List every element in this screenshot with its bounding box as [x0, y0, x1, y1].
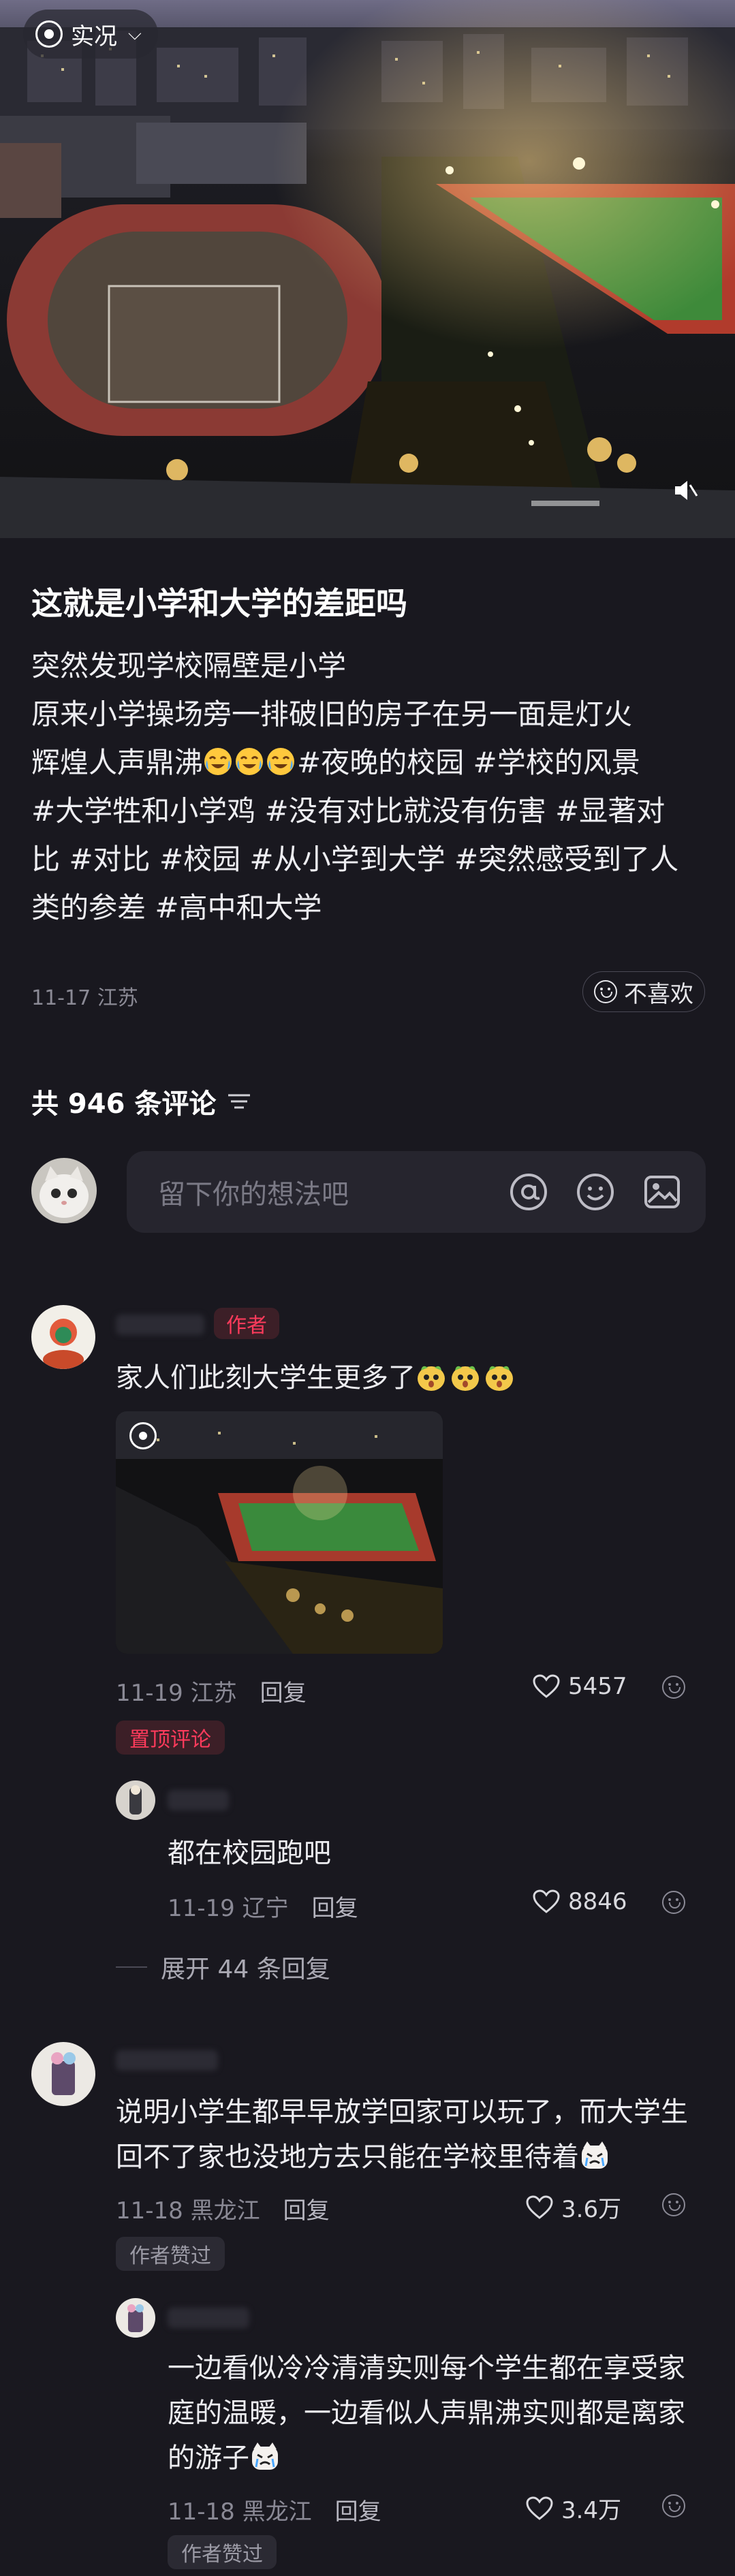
comment-input-placeholder: 留下你的想法吧 — [158, 1179, 349, 1210]
live-photo-icon — [129, 1422, 157, 1449]
shocked-face-emoji-icon — [486, 1366, 513, 1391]
shocked-face-emoji-icon — [418, 1366, 445, 1391]
smile-icon — [594, 980, 617, 1003]
image-icon[interactable] — [642, 1172, 683, 1212]
username-blurred[interactable] — [168, 2308, 249, 2328]
comment-meta: 11-19 辽宁 回复 — [168, 1889, 358, 1923]
hashtag-line[interactable]: #夜晚的校园 #学校的风景 — [297, 746, 640, 779]
hashtag-line[interactable]: #大学牲和小学鸡 #没有对比就没有伤害 #显著对 — [31, 787, 713, 835]
night-campus-photo — [0, 0, 735, 538]
post-date: 11-17 — [31, 986, 91, 1010]
comment-meta: 11-19 江苏 回复 — [116, 1674, 307, 1708]
like-count: 3.4万 — [561, 2497, 622, 2524]
post-body-line: 辉煌人声鼎沸 #夜晚的校园 #学校的风景 — [31, 746, 640, 779]
post-body-line: 突然发现学校隔壁是小学 — [31, 649, 347, 682]
comment-date: 11-18 — [168, 2498, 235, 2526]
comment-location: 江苏 — [190, 1680, 237, 1707]
username-blurred[interactable] — [116, 2050, 218, 2071]
live-photo-toggle[interactable]: 实况 ⌵ — [23, 10, 158, 59]
like-count: 3.6万 — [561, 2196, 622, 2223]
avatar[interactable] — [116, 1780, 155, 1820]
heart-icon — [526, 2195, 553, 2219]
live-label: 实况 — [71, 22, 117, 50]
comment-input[interactable]: 留下你的想法吧 — [127, 1151, 706, 1233]
hashtag-line[interactable]: 比 #对比 #校园 #从小学到大学 #突然感受到了人 — [31, 835, 713, 883]
like-button[interactable]: 8846 — [533, 1888, 627, 1915]
reply-button[interactable]: 回复 — [283, 2192, 330, 2225]
username-blurred[interactable] — [168, 1790, 229, 1810]
reply-button[interactable]: 回复 — [335, 2493, 381, 2526]
avatar[interactable] — [116, 2298, 155, 2338]
crying-cat-emoji-icon — [582, 2141, 608, 2169]
heart-icon — [533, 1889, 560, 1913]
dislike-label: 不喜欢 — [624, 980, 693, 1008]
like-button[interactable]: 5457 — [533, 1673, 627, 1700]
post-title: 这就是小学和大学的差距吗 — [31, 585, 407, 622]
reply-button[interactable]: 回复 — [312, 1889, 358, 1923]
comment-text: 家人们此刻大学生更多了 — [116, 1355, 518, 1400]
crying-laughing-emoji-icon — [204, 748, 232, 775]
comment-location: 黑龙江 — [242, 2498, 312, 2526]
author-liked-badge: 作者赞过 — [168, 2535, 277, 2569]
comment-date: 11-19 — [116, 1680, 183, 1707]
comment-emoji-react-icon[interactable] — [662, 1891, 685, 1917]
speaker-mute-icon[interactable] — [671, 477, 705, 511]
post-meta: 11-17 江苏 — [31, 981, 138, 1011]
comment-location: 黑龙江 — [190, 2197, 260, 2225]
comment-text: 说明小学生都早早放学回家可以玩了，而大学生回不了家也没地方去只能在学校里待着 — [116, 2096, 688, 2173]
comment-date: 11-18 — [116, 2197, 183, 2225]
post-photo[interactable]: 实况 ⌵ — [0, 0, 735, 538]
divider — [116, 1966, 147, 1968]
like-button[interactable]: 3.4万 — [526, 2492, 621, 2525]
at-icon[interactable] — [508, 1172, 549, 1212]
like-button[interactable]: 3.6万 — [526, 2190, 621, 2224]
expand-replies-label: 展开 44 条回复 — [161, 1955, 330, 1983]
reply-button[interactable]: 回复 — [260, 1674, 307, 1708]
live-photo-icon — [35, 20, 63, 48]
avatar — [31, 1158, 97, 1223]
hashtag-line[interactable]: 类的参差 #高中和大学 — [31, 883, 713, 932]
like-count: 5457 — [568, 1673, 627, 1700]
comment-text: 一边看似冷冷清清实则每个学生都在享受家庭的温暖，一边看似人声鼎沸实则都是离家的游… — [168, 2353, 685, 2474]
crying-laughing-emoji-icon — [236, 748, 264, 775]
comment-count: 共 946 条评论 — [31, 1088, 217, 1120]
crying-cat-emoji-icon — [252, 2443, 278, 2470]
comment-meta: 11-18 黑龙江 回复 — [168, 2493, 381, 2526]
comment-count-header: 共 946 条评论 — [31, 1082, 251, 1121]
comment-image[interactable] — [116, 1411, 443, 1654]
comment-date: 11-19 — [168, 1895, 235, 1922]
crying-laughing-emoji-icon — [267, 748, 295, 775]
night-field-photo — [116, 1411, 443, 1654]
comment-meta: 11-18 黑龙江 回复 — [116, 2192, 330, 2225]
emoji-icon[interactable] — [575, 1172, 616, 1212]
comment-emoji-react-icon[interactable] — [662, 2193, 685, 2219]
like-count: 8846 — [568, 1888, 627, 1915]
comment-text: 都在校园跑吧 — [168, 1838, 331, 1869]
pinned-badge: 置顶评论 — [116, 1721, 225, 1755]
chevron-down-icon: ⌵ — [128, 23, 142, 44]
heart-icon — [526, 2496, 553, 2520]
avatar[interactable] — [31, 1305, 95, 1369]
avatar[interactable] — [31, 2042, 95, 2106]
post-location: 江苏 — [97, 986, 138, 1010]
heart-icon — [533, 1674, 560, 1698]
author-liked-badge: 作者赞过 — [116, 2237, 225, 2271]
dislike-button[interactable]: 不喜欢 — [582, 971, 705, 1012]
post-body-line: 原来小学操场旁一排破旧的房子在另一面是灯火 — [31, 697, 633, 731]
comment-location: 辽宁 — [242, 1895, 289, 1922]
shocked-face-emoji-icon — [452, 1366, 479, 1391]
username-blurred[interactable] — [116, 1315, 204, 1335]
comment-emoji-react-icon[interactable] — [662, 1676, 685, 1701]
author-tag: 作者 — [214, 1308, 279, 1339]
post-body: 突然发现学校隔壁是小学 原来小学操场旁一排破旧的房子在另一面是灯火 辉煌人声鼎沸… — [31, 642, 713, 932]
expand-replies-button[interactable]: 展开 44 条回复 — [116, 1949, 330, 1985]
comment-emoji-react-icon[interactable] — [662, 2494, 685, 2520]
sort-icon[interactable] — [227, 1091, 251, 1112]
